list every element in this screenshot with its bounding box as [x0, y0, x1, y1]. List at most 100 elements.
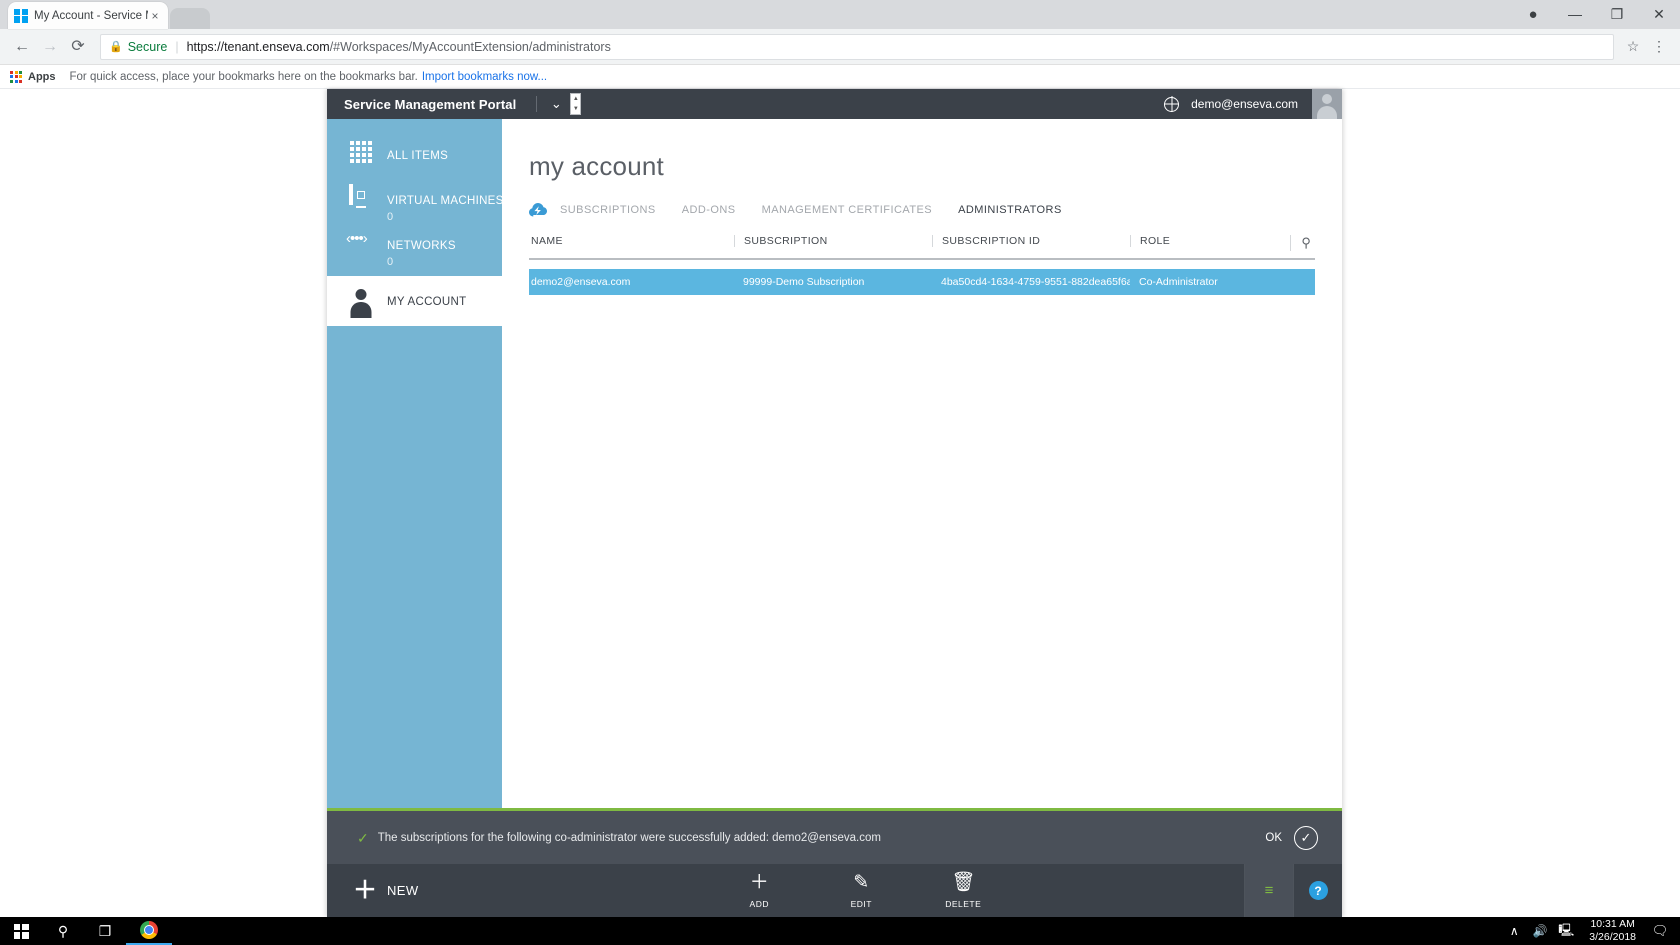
new-tab-button[interactable] [170, 8, 210, 29]
close-icon[interactable]: × [148, 10, 162, 22]
sidebar-item-virtual-machines[interactable]: VIRTUAL MACHINES 0 [327, 184, 504, 230]
cloud-icon [529, 203, 548, 217]
reload-icon[interactable]: ⟳ [64, 38, 92, 55]
new-label: NEW [387, 883, 419, 898]
tab-add-ons[interactable]: ADD-ONS [682, 204, 736, 216]
globe-icon[interactable] [1164, 96, 1180, 112]
browser-tab-title: My Account - Service Ma [34, 9, 148, 22]
avatar[interactable] [1312, 89, 1342, 119]
network-icon: ‹•••› [346, 230, 368, 247]
url-host: https://tenant.enseva.com [186, 39, 330, 54]
secure-label: Secure [127, 39, 168, 54]
ok-button[interactable]: ✓ [1294, 825, 1318, 850]
column-header-name[interactable]: NAME [529, 235, 734, 247]
task-view-icon[interactable]: ❐ [84, 923, 126, 940]
sidebar-item-my-account[interactable]: MY ACCOUNT [327, 276, 502, 326]
search-icon[interactable]: ⚲ [1301, 235, 1311, 251]
action-center-icon[interactable]: 🗨 [1646, 923, 1674, 939]
notification-message: The subscriptions for the following co-a… [377, 831, 881, 844]
lock-icon: 🔒 [109, 41, 123, 53]
browser-tab[interactable]: My Account - Service Ma × [8, 2, 168, 29]
portal-header: Service Management Portal ⌄ ▲ ▼ demo@ens… [327, 89, 1342, 119]
table-header-row: NAME SUBSCRIPTION SUBSCRIPTION ID ROLE ⚲ [529, 235, 1315, 260]
sidebar-item-all-items[interactable]: ALL ITEMS [327, 141, 502, 185]
profile-icon[interactable]: ● [1512, 0, 1554, 29]
edit-label: EDIT [850, 899, 872, 909]
table-row[interactable]: demo2@enseva.com 99999-Demo Subscription… [529, 269, 1315, 295]
command-bar-right: ≡ ? [1244, 864, 1342, 917]
spinner-up-icon[interactable]: ▲ [573, 96, 579, 102]
portal-main: my account SUBSCRIPTIONS ADD-ONS MANAGEM… [502, 119, 1342, 894]
system-tray: ∧ 🔊 🖳 10:31 AM 3/26/2018 🗨 [1501, 918, 1680, 944]
clock-time: 10:31 AM [1590, 918, 1635, 930]
sidebar-label-networks: NETWORKS [387, 240, 456, 252]
help-button[interactable]: ? [1294, 864, 1342, 917]
portal-tabs: SUBSCRIPTIONS ADD-ONS MANAGEMENT CERTIFI… [529, 203, 1315, 217]
column-header-subscription[interactable]: SUBSCRIPTION [734, 235, 932, 247]
browser-toolbar: ← → ⟳ 🔒 Secure | https://tenant.enseva.c… [0, 29, 1680, 65]
browser-window: My Account - Service Ma × ● — ❐ ✕ ← → ⟳ … [0, 0, 1680, 917]
add-label: ADD [749, 899, 769, 909]
search-icon[interactable]: ⚲ [42, 923, 84, 940]
bookmarks-hint: For quick access, place your bookmarks h… [69, 70, 418, 83]
new-button[interactable]: ＋ NEW [327, 876, 419, 904]
sidebar-count-networks: 0 [387, 256, 394, 268]
portal-brand: Service Management Portal [344, 96, 517, 112]
tab-administrators[interactable]: ADMINISTRATORS [958, 204, 1062, 216]
windows-taskbar: ⚲ ❐ ∧ 🔊 🖳 10:31 AM 3/26/2018 🗨 [0, 917, 1680, 945]
import-bookmarks-link[interactable]: Import bookmarks now... [422, 71, 547, 83]
command-actions: ＋ ADD ✎ EDIT 🗑 DELETE [419, 872, 1244, 910]
ok-label[interactable]: OK [1265, 832, 1282, 844]
spinner-down-icon[interactable]: ▼ [573, 106, 579, 112]
pencil-icon: ✎ [853, 872, 870, 893]
tab-management-certificates[interactable]: MANAGEMENT CERTIFICATES [762, 204, 932, 216]
sidebar-label-virtual-machines: VIRTUAL MACHINES [387, 195, 504, 207]
cell-name: demo2@enseva.com [531, 276, 631, 288]
chevron-down-icon[interactable]: ⌄ [549, 96, 563, 112]
bookmark-star-icon[interactable]: ☆ [1620, 38, 1646, 55]
table-search-cell[interactable]: ⚲ [1290, 235, 1315, 251]
notification-actions: OK ✓ [1265, 825, 1318, 850]
portal-sidebar: ALL ITEMS VIRTUAL MACHINES 0 ‹•••› NETWO… [327, 119, 504, 894]
network-icon[interactable]: 🖳 [1553, 921, 1579, 942]
clock[interactable]: 10:31 AM 3/26/2018 [1579, 918, 1646, 944]
chevron-up-icon[interactable]: ∧ [1501, 924, 1527, 938]
forward-icon[interactable]: → [36, 38, 64, 55]
back-icon[interactable]: ← [8, 38, 36, 55]
maximize-button[interactable]: ❐ [1596, 0, 1638, 29]
volume-icon[interactable]: 🔊 [1527, 924, 1553, 938]
portal-user-email[interactable]: demo@enseva.com [1191, 97, 1298, 111]
check-icon: ✓ [357, 829, 369, 846]
portal-header-right: demo@enseva.com [1164, 89, 1342, 119]
chrome-taskbar-icon[interactable] [126, 917, 172, 945]
apps-grid-icon[interactable] [10, 70, 22, 83]
bookmarks-bar: Apps For quick access, place your bookma… [0, 65, 1680, 89]
add-button[interactable]: ＋ ADD [731, 872, 787, 910]
sidebar-item-networks[interactable]: ‹•••› NETWORKS 0 [327, 231, 502, 275]
help-icon: ? [1308, 881, 1328, 900]
service-management-portal: Service Management Portal ⌄ ▲ ▼ demo@ens… [327, 89, 1342, 917]
close-window-button[interactable]: ✕ [1638, 0, 1680, 29]
windows-start-icon[interactable] [0, 923, 42, 939]
browser-menu-icon[interactable]: ⋮ [1646, 38, 1672, 55]
person-icon [343, 288, 379, 314]
header-divider [536, 96, 538, 112]
apps-label[interactable]: Apps [28, 71, 56, 83]
minimize-button[interactable]: — [1554, 0, 1596, 29]
address-bar[interactable]: 🔒 Secure | https://tenant.enseva.com/#Wo… [100, 33, 1614, 60]
column-header-role[interactable]: ROLE [1130, 235, 1290, 247]
notification-bar: ✓ The subscriptions for the following co… [327, 808, 1342, 864]
tab-subscriptions[interactable]: SUBSCRIPTIONS [560, 204, 656, 216]
edit-button[interactable]: ✎ EDIT [833, 872, 889, 910]
spinner-control[interactable]: ▲ ▼ [570, 93, 582, 115]
delete-button[interactable]: 🗑 DELETE [935, 872, 991, 910]
portal-body: ALL ITEMS VIRTUAL MACHINES 0 ‹•••› NETWO… [327, 119, 1342, 894]
url-path: /#Workspaces/MyAccountExtension/administ… [329, 39, 611, 54]
column-header-subscription-id[interactable]: SUBSCRIPTION ID [932, 235, 1130, 247]
sidebar-label-my-account: MY ACCOUNT [387, 296, 467, 308]
sidebar-label-all-items: ALL ITEMS [387, 150, 449, 162]
filter-icon[interactable]: ≡ [1245, 864, 1293, 917]
monitor-icon [343, 184, 379, 208]
plus-icon: ＋ [749, 872, 769, 893]
plus-icon: ＋ [353, 876, 377, 904]
